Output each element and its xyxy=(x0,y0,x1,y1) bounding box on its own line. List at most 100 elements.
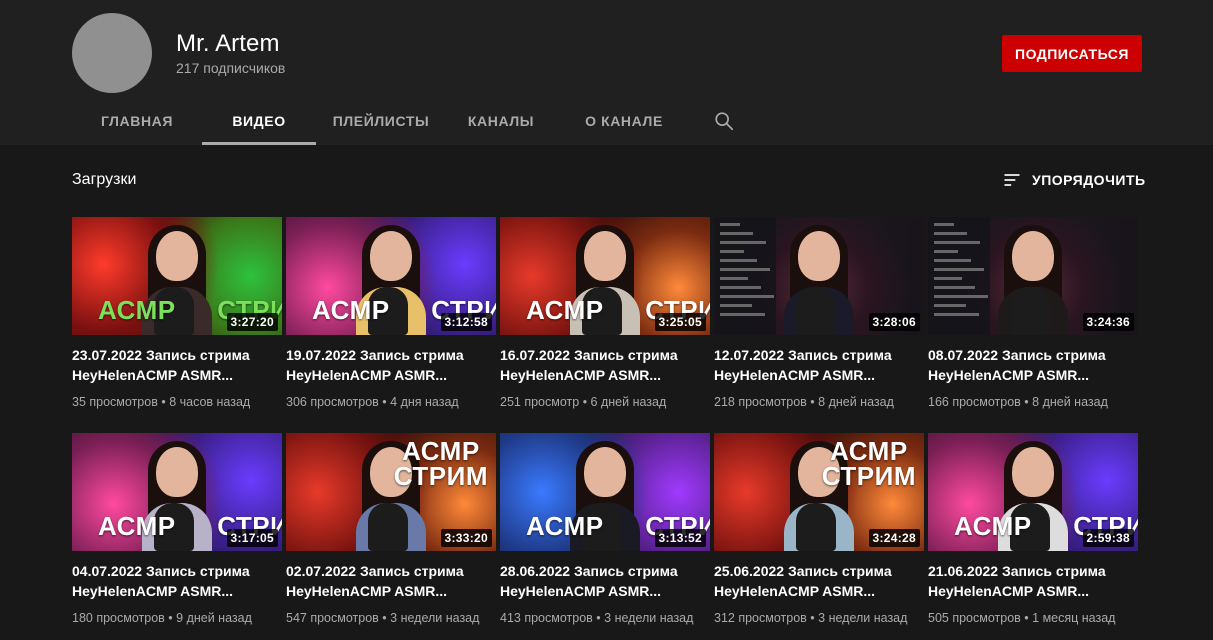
video-title-line2: HeyHelenACMP ASMR... xyxy=(72,367,234,383)
video-card[interactable]: АСМР СТРИМ 3:25:05 16.07.2022 Запись стр… xyxy=(500,217,710,433)
video-age: 6 дней назад xyxy=(590,395,667,409)
video-age: 3 недели назад xyxy=(390,611,480,625)
sort-icon xyxy=(1004,174,1020,186)
video-age: 8 дней назад xyxy=(818,395,894,409)
video-age: 4 дня назад xyxy=(390,395,459,409)
video-meta: 505 просмотров • 1 месяц назад xyxy=(928,609,1138,627)
video-duration: 3:25:05 xyxy=(654,313,706,331)
video-card[interactable]: АСМР СТРИМ 3:33:20 02.07.2022 Запись стр… xyxy=(286,433,496,640)
subscribe-button[interactable]: ПОДПИСАТЬСЯ xyxy=(1002,35,1142,72)
video-thumbnail[interactable]: 3:28:06 xyxy=(714,217,924,335)
video-meta: 547 просмотров • 3 недели назад xyxy=(286,609,496,627)
video-views: 505 просмотров xyxy=(928,611,1021,625)
meta-separator: • xyxy=(1024,611,1033,625)
meta-separator: • xyxy=(810,611,819,625)
video-title-line2: HeyHelenACMP ASMR... xyxy=(928,583,1090,599)
video-views: 312 просмотров xyxy=(714,611,807,625)
video-grid: АСМР СТРИМ 3:27:20 23.07.2022 Запись стр… xyxy=(72,217,1142,640)
video-thumbnail[interactable]: АСМР СТРИМ 2:59:38 xyxy=(928,433,1138,551)
video-title[interactable]: 08.07.2022 Запись стрима HeyHelenACMP AS… xyxy=(928,345,1138,385)
video-title[interactable]: 23.07.2022 Запись стрима HeyHelenACMP AS… xyxy=(72,345,282,385)
video-thumbnail[interactable]: АСМР СТРИМ 3:27:20 xyxy=(72,217,282,335)
video-title-line1: 12.07.2022 Запись стрима xyxy=(714,347,892,363)
video-card[interactable]: АСМР СТРИМ 3:12:58 19.07.2022 Запись стр… xyxy=(286,217,496,433)
microphone-icon xyxy=(796,287,836,335)
video-meta: 251 просмотр • 6 дней назад xyxy=(500,393,710,411)
video-views: 413 просмотров xyxy=(500,611,593,625)
video-title[interactable]: 19.07.2022 Запись стрима HeyHelenACMP AS… xyxy=(286,345,496,385)
video-age: 8 часов назад xyxy=(169,395,251,409)
tab-playlists[interactable]: ПЛЕЙЛИСТЫ xyxy=(316,97,446,145)
video-title-line1: 21.06.2022 Запись стрима xyxy=(928,563,1106,579)
video-thumbnail[interactable]: АСМР СТРИМ 3:33:20 xyxy=(286,433,496,551)
video-title[interactable]: 02.07.2022 Запись стрима HeyHelenACMP AS… xyxy=(286,561,496,601)
meta-separator: • xyxy=(168,611,177,625)
video-title-line1: 08.07.2022 Запись стрима xyxy=(928,347,1106,363)
tab-videos[interactable]: ВИДЕО xyxy=(202,97,316,145)
video-duration: 3:27:20 xyxy=(226,313,278,331)
video-thumbnail[interactable]: АСМР СТРИМ 3:25:05 xyxy=(500,217,710,335)
video-title-line2: HeyHelenACMP ASMR... xyxy=(286,367,448,383)
video-card[interactable]: 3:24:36 08.07.2022 Запись стрима HeyHele… xyxy=(928,217,1138,433)
channel-avatar[interactable] xyxy=(72,13,152,93)
video-card[interactable]: АСМР СТРИМ 3:27:20 23.07.2022 Запись стр… xyxy=(72,217,282,433)
meta-separator: • xyxy=(596,611,605,625)
video-title-line1: 16.07.2022 Запись стрима xyxy=(500,347,678,363)
chat-panel xyxy=(928,217,990,335)
tab-about[interactable]: О КАНАЛЕ xyxy=(556,97,692,145)
channel-header: Mr. Artem 217 подписчиков ПОДПИСАТЬСЯ ГЛ… xyxy=(0,0,1213,145)
video-title[interactable]: 12.07.2022 Запись стрима HeyHelenACMP AS… xyxy=(714,345,924,385)
video-card[interactable]: АСМР СТРИМ 3:17:05 04.07.2022 Запись стр… xyxy=(72,433,282,640)
video-duration: 3:13:52 xyxy=(654,529,706,547)
video-thumbnail[interactable]: АСМР СТРИМ 3:13:52 xyxy=(500,433,710,551)
video-thumbnail[interactable]: АСМР СТРИМ 3:24:28 xyxy=(714,433,924,551)
video-meta: 180 просмотров • 9 дней назад xyxy=(72,609,282,627)
video-views: 306 просмотров xyxy=(286,395,379,409)
tab-home[interactable]: ГЛАВНАЯ xyxy=(72,97,202,145)
video-thumbnail[interactable]: 3:24:36 xyxy=(928,217,1138,335)
microphone-icon xyxy=(796,503,836,551)
video-thumbnail[interactable]: АСМР СТРИМ 3:12:58 xyxy=(286,217,496,335)
video-title[interactable]: 04.07.2022 Запись стрима HeyHelenACMP AS… xyxy=(72,561,282,601)
video-age: 1 месяц назад xyxy=(1032,611,1116,625)
video-title-line1: 28.06.2022 Запись стрима xyxy=(500,563,678,579)
video-meta: 166 просмотров • 8 дней назад xyxy=(928,393,1138,411)
video-meta: 413 просмотров • 3 недели назад xyxy=(500,609,710,627)
video-card[interactable]: АСМР СТРИМ 3:24:28 25.06.2022 Запись стр… xyxy=(714,433,924,640)
video-views: 547 просмотров xyxy=(286,611,379,625)
microphone-icon xyxy=(1010,287,1050,335)
meta-separator: • xyxy=(382,395,391,409)
video-title[interactable]: 25.06.2022 Запись стрима HeyHelenACMP AS… xyxy=(714,561,924,601)
video-thumbnail[interactable]: АСМР СТРИМ 3:17:05 xyxy=(72,433,282,551)
video-title-line1: 02.07.2022 Запись стрима xyxy=(286,563,464,579)
video-card[interactable]: 3:28:06 12.07.2022 Запись стрима HeyHele… xyxy=(714,217,924,433)
tab-channels[interactable]: КАНАЛЫ xyxy=(446,97,556,145)
video-duration: 3:28:06 xyxy=(868,313,920,331)
video-card[interactable]: АСМР СТРИМ 3:13:52 28.06.2022 Запись стр… xyxy=(500,433,710,640)
meta-separator: • xyxy=(382,611,391,625)
meta-separator: • xyxy=(810,395,819,409)
thumbnail-overlay-text: АСМР СТРИМ xyxy=(393,436,488,491)
channel-name: Mr. Artem xyxy=(176,30,280,57)
video-title-line1: 19.07.2022 Запись стрима xyxy=(286,347,464,363)
video-card[interactable]: АСМР СТРИМ 2:59:38 21.06.2022 Запись стр… xyxy=(928,433,1138,640)
video-age: 3 недели назад xyxy=(818,611,908,625)
sort-button[interactable]: УПОРЯДОЧИТЬ xyxy=(1002,168,1146,192)
video-meta: 35 просмотров • 8 часов назад xyxy=(72,393,282,411)
video-views: 166 просмотров xyxy=(928,395,1021,409)
video-views: 180 просмотров xyxy=(72,611,165,625)
video-views: 35 просмотров xyxy=(72,395,158,409)
video-views: 218 просмотров xyxy=(714,395,807,409)
video-title[interactable]: 21.06.2022 Запись стрима HeyHelenACMP AS… xyxy=(928,561,1138,601)
meta-separator: • xyxy=(161,395,170,409)
channel-search-button[interactable] xyxy=(692,97,756,145)
video-title[interactable]: 16.07.2022 Запись стрима HeyHelenACMP AS… xyxy=(500,345,710,385)
subscriber-count: 217 подписчиков xyxy=(176,60,286,76)
video-title-line2: HeyHelenACMP ASMR... xyxy=(500,367,662,383)
thumbnail-overlay-text: АСМР СТРИМ xyxy=(821,436,916,491)
video-title-line1: 25.06.2022 Запись стрима xyxy=(714,563,892,579)
video-title-line2: HeyHelenACMP ASMR... xyxy=(286,583,448,599)
chat-panel xyxy=(714,217,776,335)
video-title[interactable]: 28.06.2022 Запись стрима HeyHelenACMP AS… xyxy=(500,561,710,601)
video-title-line2: HeyHelenACMP ASMR... xyxy=(714,583,876,599)
